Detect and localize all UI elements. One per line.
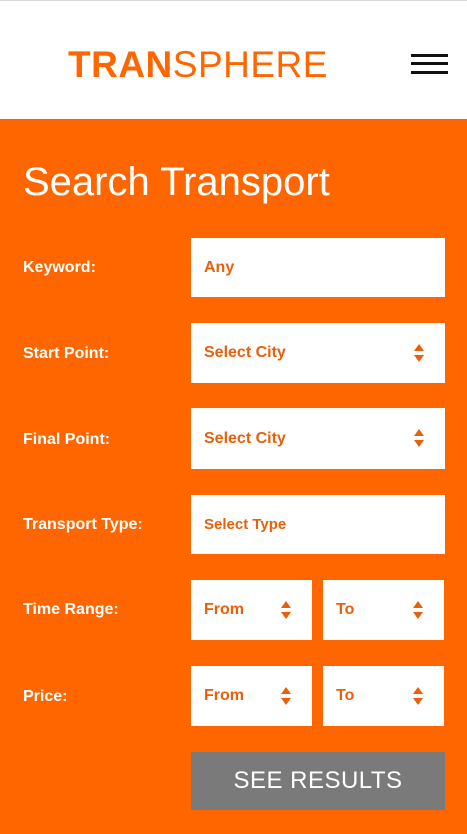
menu-bar <box>411 71 448 74</box>
time-range-from-select[interactable]: From <box>191 580 312 640</box>
menu-bar <box>411 62 448 65</box>
final-point-label: Final Point: <box>23 431 111 448</box>
sort-arrows-icon <box>281 687 291 705</box>
start-point-value: Select City <box>204 344 286 361</box>
time-range-label: Time Range: <box>23 601 119 618</box>
price-to-value: To <box>336 687 355 704</box>
transport-type-value: Select Type <box>204 516 287 533</box>
logo-bold-text: TRAN <box>68 44 173 85</box>
time-range-to-select[interactable]: To <box>323 580 444 640</box>
menu-bar <box>411 54 448 57</box>
start-point-label: Start Point: <box>23 345 110 362</box>
time-range-from-value: From <box>204 601 244 618</box>
final-point-value: Select City <box>204 429 286 447</box>
final-point-select[interactable]: Select City <box>191 408 445 469</box>
price-to-select[interactable]: To <box>323 666 444 726</box>
price-label: Price: <box>23 688 68 705</box>
sort-arrows-icon <box>413 687 423 705</box>
search-panel: Search Transport Keyword: Start Point: S… <box>0 119 467 834</box>
sort-arrows-icon <box>414 344 424 362</box>
transport-type-select[interactable]: Select Type <box>191 495 445 554</box>
price-from-select[interactable]: From <box>191 666 312 726</box>
keyword-field[interactable] <box>191 238 445 297</box>
hamburger-menu-icon[interactable] <box>410 53 450 77</box>
start-point-select[interactable]: Select City <box>191 323 445 383</box>
page-title: Search Transport <box>23 160 330 204</box>
logo-thin-text: SPHERE <box>172 44 328 85</box>
time-range-to-value: To <box>336 601 355 618</box>
transport-type-label: Transport Type: <box>23 516 143 533</box>
sort-arrows-icon <box>413 601 423 619</box>
sort-arrows-icon <box>414 429 424 447</box>
sort-arrows-icon <box>281 601 291 619</box>
header: TRANSPHERE <box>0 0 467 119</box>
logo[interactable]: TRANSPHERE <box>68 45 328 85</box>
keyword-input[interactable] <box>204 258 424 277</box>
see-results-button[interactable]: SEE RESULTS <box>191 752 445 810</box>
price-from-value: From <box>204 687 244 704</box>
keyword-label: Keyword: <box>23 259 96 276</box>
